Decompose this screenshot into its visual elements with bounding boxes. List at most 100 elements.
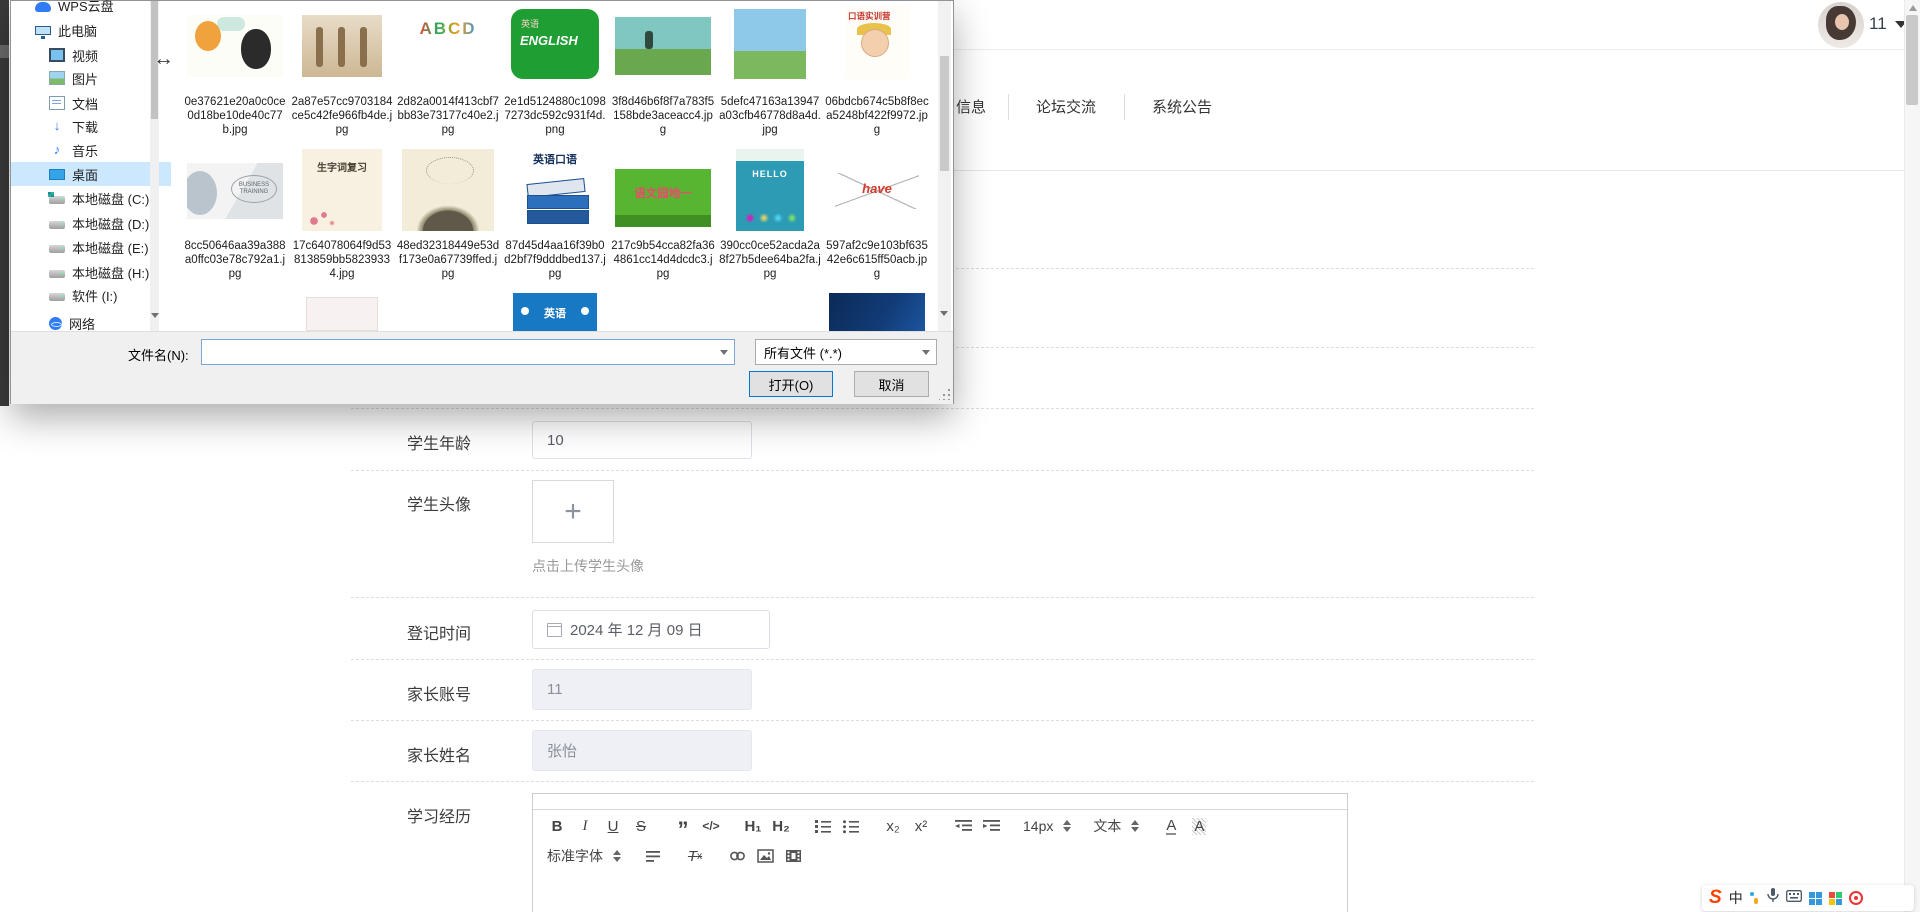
- avatar[interactable]: [1818, 2, 1864, 48]
- superscript-button[interactable]: x²: [911, 816, 931, 836]
- ime-mode-chinese[interactable]: 中: [1729, 888, 1743, 908]
- outdent-icon[interactable]: [953, 816, 973, 836]
- file-name[interactable]: 2a87e57cc9703184ce5c42fe966fb4de.jpg: [290, 95, 394, 137]
- underline-button[interactable]: U: [603, 816, 623, 836]
- align-icon[interactable]: [643, 846, 663, 866]
- file-thumbnail[interactable]: 英语: [513, 293, 597, 331]
- punctuation-icon[interactable]: [1749, 891, 1760, 905]
- code-button[interactable]: </>: [701, 816, 721, 836]
- unordered-list-icon[interactable]: [841, 816, 861, 836]
- filetype-value: 所有文件 (*.*): [764, 345, 843, 361]
- file-thumbnail[interactable]: [734, 9, 806, 79]
- combo-arrow-icon[interactable]: [714, 340, 734, 364]
- font-size-select[interactable]: 14px: [1023, 816, 1072, 836]
- skin-palette-icon[interactable]: [1828, 891, 1842, 905]
- keyboard-icon[interactable]: [1785, 889, 1802, 907]
- file-name[interactable]: 48ed32318449e53df173e0a67739ffed.jpg: [396, 239, 500, 281]
- student-age-input[interactable]: 10: [532, 421, 752, 459]
- format-select[interactable]: 文本: [1093, 816, 1140, 836]
- resize-cursor-icon: ↔: [153, 47, 174, 70]
- updown-arrows-icon: [1131, 820, 1140, 832]
- blockquote-button[interactable]: ”: [673, 812, 693, 841]
- file-thumbnail[interactable]: 生字词复习: [302, 149, 382, 231]
- heading1-button[interactable]: H₁: [743, 816, 763, 836]
- recording-status-icon[interactable]: [1848, 891, 1863, 905]
- input-grid-icon[interactable]: [1808, 891, 1822, 905]
- rich-text-editor[interactable]: B I U S ” </> H₁ H₂ x₂ x² 14px 文本 A A 标准…: [532, 793, 1348, 912]
- file-thumbnail[interactable]: [829, 293, 925, 331]
- sogou-logo-icon[interactable]: S: [1709, 887, 1722, 909]
- mic-icon[interactable]: [1766, 888, 1779, 908]
- bold-button[interactable]: B: [547, 816, 567, 836]
- file-thumbnail[interactable]: [302, 15, 382, 77]
- browser-scrollbar[interactable]: [1904, 0, 1920, 912]
- file-thumbnail[interactable]: [402, 149, 494, 231]
- italic-button[interactable]: I: [575, 816, 595, 836]
- experience-label: 学习经历: [407, 809, 472, 826]
- video-icon[interactable]: [783, 846, 803, 866]
- resize-grip[interactable]: [939, 388, 951, 400]
- indent-icon[interactable]: [981, 816, 1001, 836]
- avatar-upload-box[interactable]: +: [532, 480, 614, 543]
- file-name[interactable]: 17c64078064f9d53813859bb58239334.jpg: [290, 239, 394, 281]
- reg-time-label: 登记时间: [407, 626, 472, 643]
- reg-time-input[interactable]: 2024 年 12 月 09 日: [532, 610, 770, 649]
- file-name[interactable]: 5defc47163a13947a03cfb46778d8a4d.jpg: [718, 95, 822, 137]
- tab-info-partial[interactable]: 信息: [956, 96, 986, 117]
- file-name[interactable]: 3f8d46b6f8f7a783f5158bde3aceacc4.jpg: [611, 95, 715, 137]
- file-thumbnail[interactable]: ABCD: [400, 17, 496, 75]
- file-thumbnail[interactable]: have: [829, 163, 925, 219]
- parent-account-input: 11: [532, 669, 752, 710]
- file-thumbnail[interactable]: [615, 17, 711, 75]
- combo-arrow-icon: [922, 349, 930, 355]
- scroll-down-icon[interactable]: [151, 313, 159, 318]
- scroll-down-icon[interactable]: [940, 311, 948, 316]
- image-icon[interactable]: [755, 846, 775, 866]
- font-color-button[interactable]: A: [1161, 816, 1181, 836]
- tab-announcements[interactable]: 系统公告: [1152, 96, 1212, 117]
- parent-account-label: 家长账号: [407, 687, 472, 704]
- clear-format-button[interactable]: Tx: [685, 846, 705, 866]
- filelist-scrollbar-thumb[interactable]: [940, 56, 949, 171]
- file-thumbnail[interactable]: [306, 297, 378, 331]
- subscript-button[interactable]: x₂: [883, 816, 903, 836]
- open-button[interactable]: 打开(O): [749, 371, 833, 397]
- file-thumbnail[interactable]: [187, 15, 283, 77]
- strikethrough-button[interactable]: S: [631, 816, 651, 836]
- file-thumbnail[interactable]: 口语实训营: [845, 7, 909, 79]
- tab-forum[interactable]: 论坛交流: [1036, 96, 1096, 117]
- file-name[interactable]: 390cc0ce52acda2a8f27b5dee64ba2fa.jpg: [718, 239, 822, 281]
- background-color-button[interactable]: A: [1189, 816, 1209, 836]
- ordered-list-icon[interactable]: [813, 816, 833, 836]
- filename-input[interactable]: [201, 339, 735, 365]
- file-name[interactable]: 597af2c9e103bf63542e6c615ff50acb.jpg: [825, 239, 929, 281]
- file-name[interactable]: 06bdcb674c5b8f8eca5248bf422f9972.jpg: [825, 95, 929, 137]
- student-age-value: 10: [547, 431, 564, 449]
- heading2-button[interactable]: H₂: [771, 816, 791, 836]
- link-icon[interactable]: [727, 846, 747, 866]
- parent-name-label: 家长姓名: [407, 748, 472, 765]
- file-name[interactable]: 217c9b54cca82fa364861cc14d4dcdc3.jpg: [611, 239, 715, 281]
- file-thumbnail[interactable]: HELLO: [736, 149, 804, 231]
- editor-top-strip: [533, 794, 1347, 810]
- scroll-up-icon[interactable]: [1909, 5, 1917, 11]
- file-thumbnail[interactable]: 英语口语: [513, 147, 597, 233]
- row-separator: [351, 659, 1534, 660]
- parent-name-input: 张怡: [532, 730, 752, 771]
- file-thumbnail[interactable]: BUSINESS TRAINING: [187, 163, 283, 219]
- file-name[interactable]: 2e1d5124880c10987273dc592c931f4d.png: [503, 95, 607, 137]
- admin-sidebar-edge: [0, 0, 9, 406]
- file-name[interactable]: 2d82a0014f413cbf7bb83e73177c40e2.jpg: [396, 95, 500, 137]
- filetype-select[interactable]: 所有文件 (*.*): [755, 339, 937, 365]
- scrollbar-thumb[interactable]: [1906, 15, 1918, 105]
- file-name[interactable]: 8cc50646aa39a388a0ffc03e78c792a1.jpg: [183, 239, 287, 281]
- globe-icon: [49, 316, 62, 330]
- cloud-icon: [35, 1, 51, 12]
- cancel-button[interactable]: 取消: [854, 371, 929, 397]
- font-family-select[interactable]: 标准字体: [547, 846, 621, 866]
- file-name[interactable]: 87d45d4aa16f39b0d2bf7f9dddbed137.jpg: [503, 239, 607, 281]
- file-thumbnail[interactable]: 英语 ENGLISH: [511, 9, 599, 79]
- file-thumbnail[interactable]: 语文园地一: [615, 169, 711, 227]
- row-separator: [351, 720, 1534, 721]
- file-name[interactable]: 0e37621e20a0c0ce0d18be10de40c77b.jpg: [183, 95, 287, 137]
